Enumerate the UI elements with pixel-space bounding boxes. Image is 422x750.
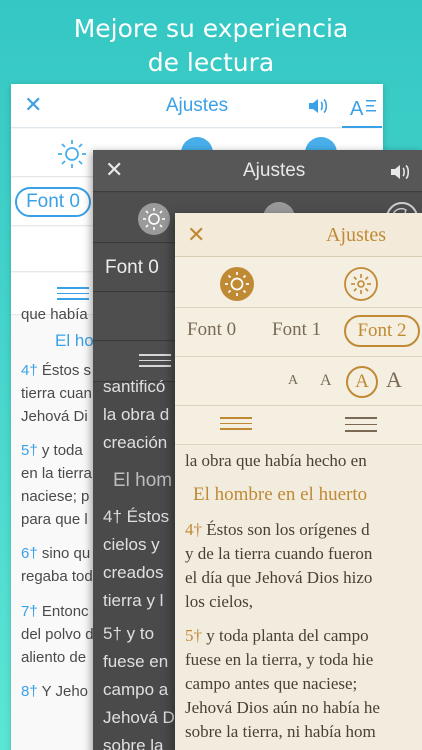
font-0-button[interactable]: Font 0 <box>187 319 236 341</box>
text-line: sobre la tierra, ni había hom <box>185 722 376 741</box>
verse-line: 4† Éstos son los orígenes d <box>185 520 370 539</box>
theme-row <box>175 258 422 308</box>
svg-text:A: A <box>350 98 364 120</box>
size-small-button[interactable]: A <box>320 372 332 390</box>
text-line: y de la tierra cuando fueron <box>185 544 373 563</box>
font-row: Font 0 Font 1 Font 2 <box>175 309 422 357</box>
settings-header: ✕ Ajustes <box>93 150 422 192</box>
text-line: campo antes que naciese; <box>185 674 358 693</box>
text-line: fuese en <box>103 652 169 671</box>
text-line: fuese en la tierra, y toda hie <box>185 650 374 669</box>
settings-header: ✕ Ajustes A <box>11 84 383 128</box>
text-line: sobre la <box>103 736 164 750</box>
text-line: Jehová Dios aún no había he <box>185 698 380 717</box>
text-line: el día que Jehová Dios hizo <box>185 568 373 587</box>
spacing-row <box>175 407 422 445</box>
speaker-icon[interactable] <box>307 96 329 121</box>
settings-title: Ajustes <box>326 224 386 246</box>
font-2-button[interactable]: Font 2 <box>344 315 420 347</box>
text-format-icon[interactable]: A <box>342 92 382 128</box>
line-spacing-icon[interactable] <box>57 287 89 304</box>
font-0-button[interactable]: Font 0 <box>105 257 159 279</box>
speaker-icon[interactable] <box>389 162 411 187</box>
close-icon[interactable]: ✕ <box>105 158 123 183</box>
text-line: cielos y <box>103 535 160 554</box>
settings-title: Ajustes <box>243 160 306 181</box>
verse-line: 4† Éstos <box>103 507 170 526</box>
sepia-theme-icon[interactable] <box>343 266 379 307</box>
headline-line-2: de lectura <box>147 48 275 77</box>
verse-line: 5† y toda planta del campo <box>185 626 369 645</box>
text-line: la obra d <box>103 405 170 424</box>
text-line: los cielos, <box>185 592 253 611</box>
headline-line-1: Mejore su experiencia <box>73 14 349 43</box>
text-line: la obra que había hecho en <box>185 451 367 470</box>
reading-text-sepia: la obra que había hecho en El hombre en … <box>175 446 422 750</box>
section-heading: El hombre en el huerto <box>193 484 368 505</box>
font-0-button[interactable]: Font 0 <box>15 187 91 217</box>
text-line: creados <box>103 563 164 582</box>
font-1-button[interactable]: Font 1 <box>272 319 321 341</box>
verse-line: 5† y to <box>103 624 155 643</box>
text-line: creación <box>103 433 168 452</box>
sun-icon[interactable] <box>137 202 171 241</box>
sun-icon[interactable] <box>55 137 89 171</box>
size-large-button[interactable]: A <box>386 367 402 393</box>
size-medium-button[interactable]: A <box>346 366 378 398</box>
size-row: A A A A <box>175 358 422 406</box>
sun-icon[interactable] <box>219 266 255 307</box>
settings-panel-sepia: ✕ Ajustes Font 0 Font 1 Font 2 A A A A l… <box>175 213 422 750</box>
text-line: Jehová D <box>103 708 175 727</box>
line-spacing-narrow-icon[interactable] <box>220 417 252 434</box>
line-spacing-wide-icon[interactable] <box>345 417 377 436</box>
text-line: santificó <box>103 377 166 396</box>
promo-headline: Mejore su experiencia de lectura <box>0 12 422 80</box>
text-line: tierra y l <box>103 591 164 610</box>
close-icon[interactable]: ✕ <box>187 223 205 248</box>
text-line: campo a <box>103 680 169 699</box>
size-smallest-button[interactable]: A <box>288 373 298 389</box>
settings-header: ✕ Ajustes <box>175 213 422 257</box>
line-spacing-icon[interactable] <box>139 354 171 371</box>
